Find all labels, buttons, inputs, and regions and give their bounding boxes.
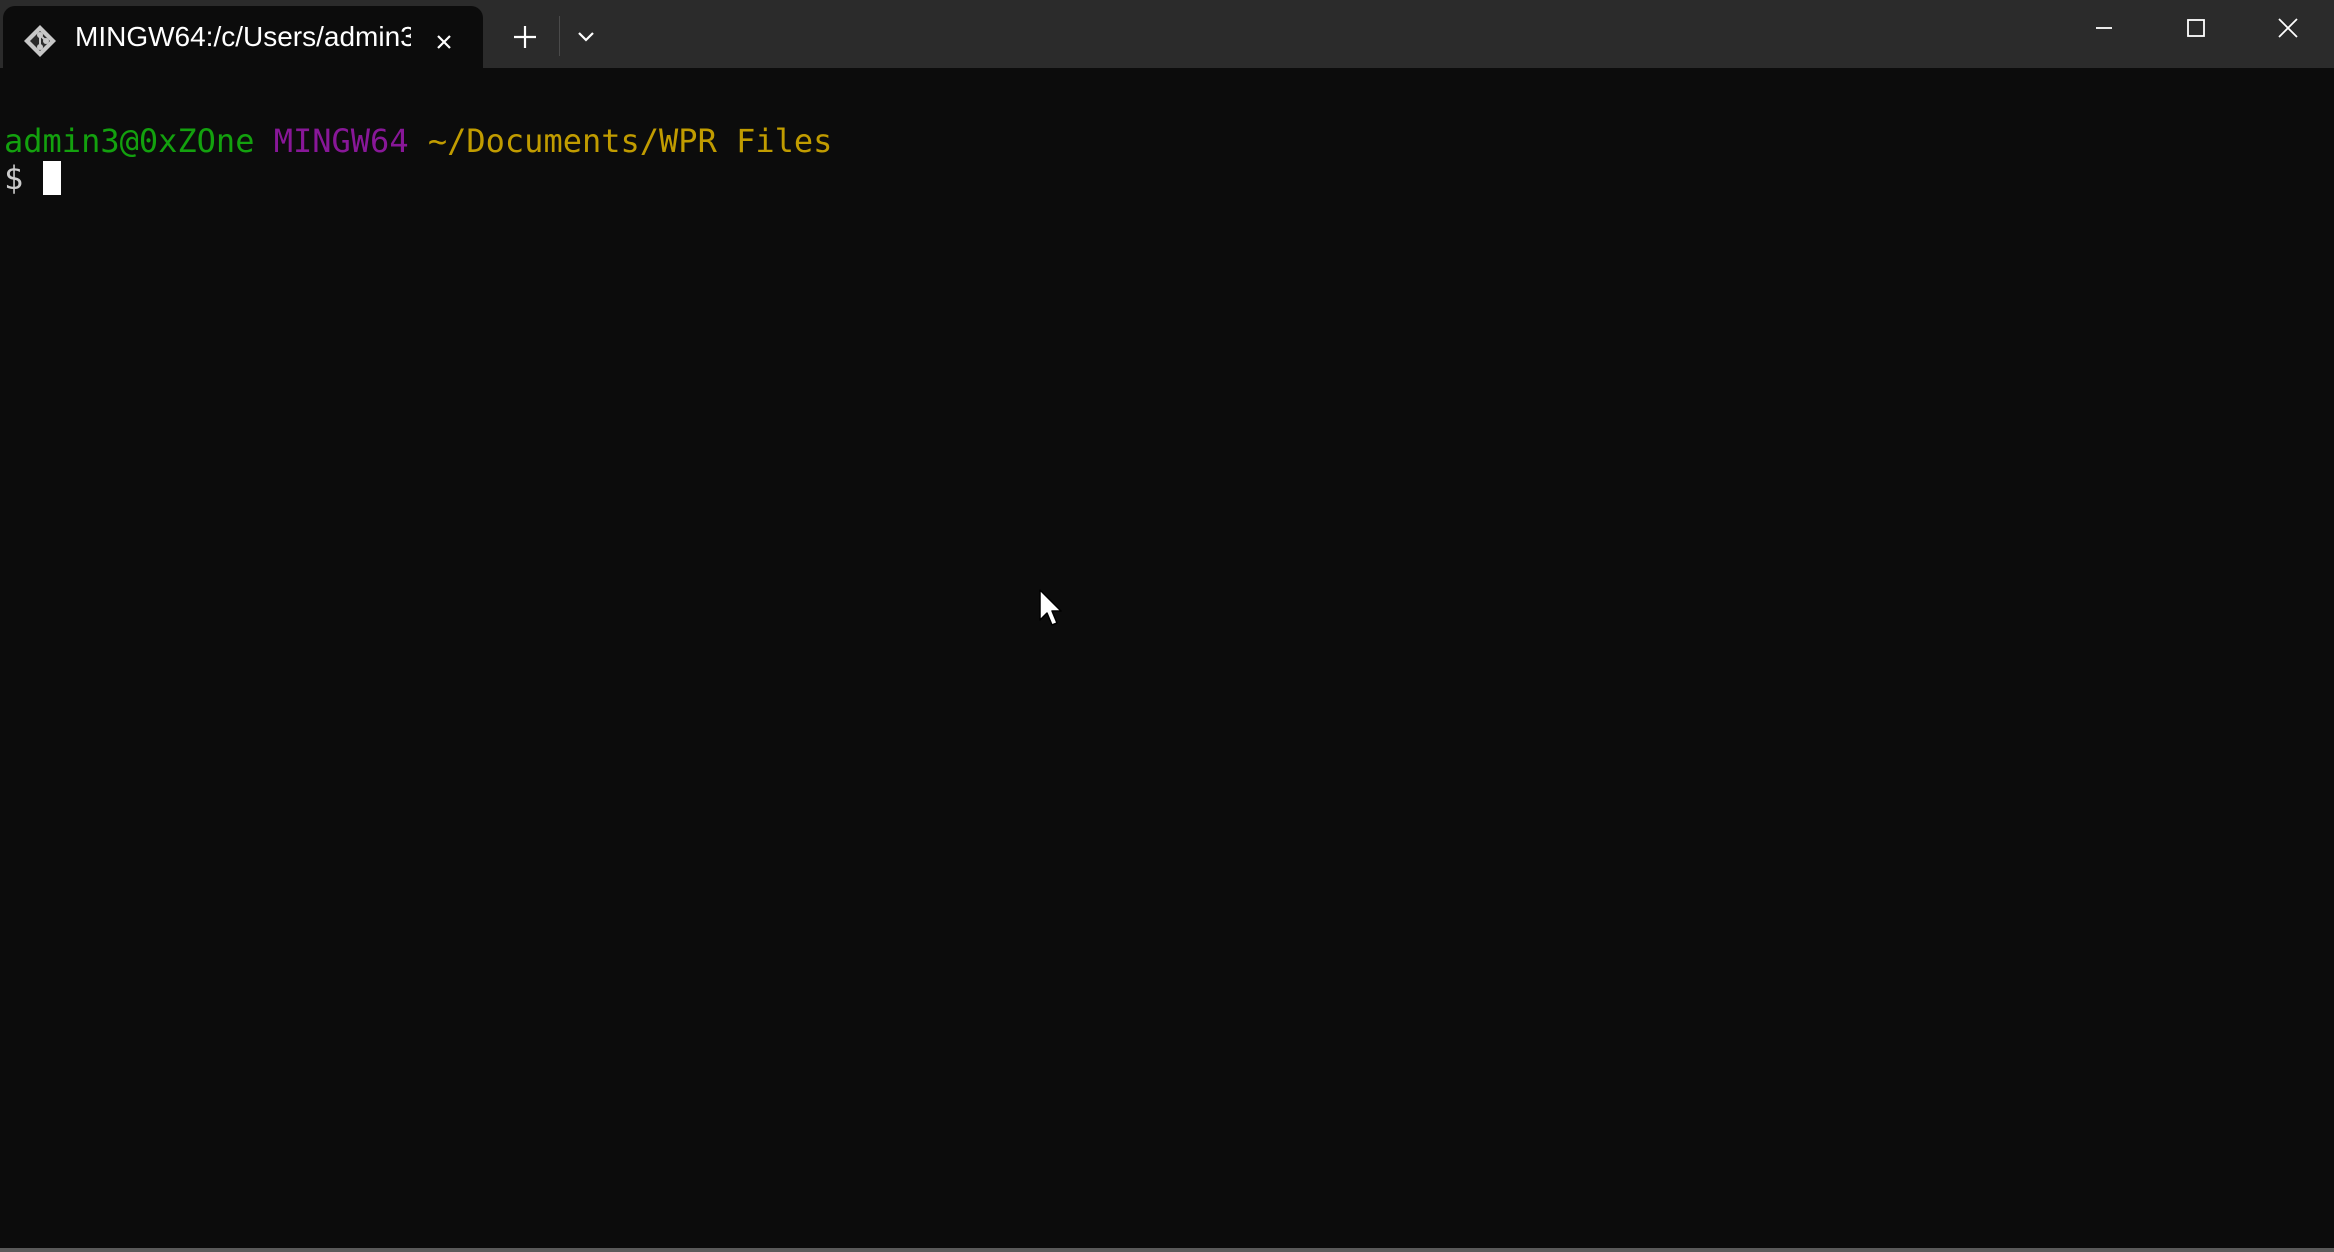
maximize-button[interactable] — [2150, 0, 2242, 56]
close-icon[interactable] — [423, 21, 465, 63]
minimize-button[interactable] — [2058, 0, 2150, 56]
terminal-window: MINGW64:/c/Users/admin3/Documents/WPR Fi… — [0, 0, 2334, 1252]
maximize-icon — [2187, 19, 2205, 37]
text-cursor — [42, 161, 61, 195]
terminal-tab[interactable]: MINGW64:/c/Users/admin3/Documents/WPR Fi… — [3, 6, 483, 68]
prompt-line: admin3@0xZOne MINGW64 ~/Documents/WPR Fi… — [4, 122, 832, 160]
prompt-system: MINGW64 — [273, 122, 409, 160]
prompt-path: ~/Documents/WPR Files — [427, 122, 833, 160]
prompt-symbol: $ — [4, 159, 24, 197]
new-tab-button[interactable] — [502, 14, 548, 60]
command-input-line[interactable]: $ — [4, 159, 61, 197]
terminal-output[interactable]: admin3@0xZOne MINGW64 ~/Documents/WPR Fi… — [0, 68, 2334, 1248]
window-close-button[interactable] — [2242, 0, 2334, 56]
plus-icon — [514, 26, 536, 48]
git-bash-diamond-icon — [22, 23, 58, 59]
close-icon — [2278, 18, 2298, 38]
tab-divider — [559, 16, 560, 56]
window-bottom-border — [0, 1248, 2334, 1252]
mouse-pointer-icon — [1038, 588, 1064, 628]
title-bar: MINGW64:/c/Users/admin3/Documents/WPR Fi… — [0, 0, 2334, 68]
tab-dropdown-button[interactable] — [566, 14, 606, 60]
chevron-down-icon — [578, 32, 594, 42]
tab-title: MINGW64:/c/Users/admin3/Documents/WPR Fi… — [75, 21, 411, 52]
prompt-user-host: admin3@0xZOne — [4, 122, 255, 160]
